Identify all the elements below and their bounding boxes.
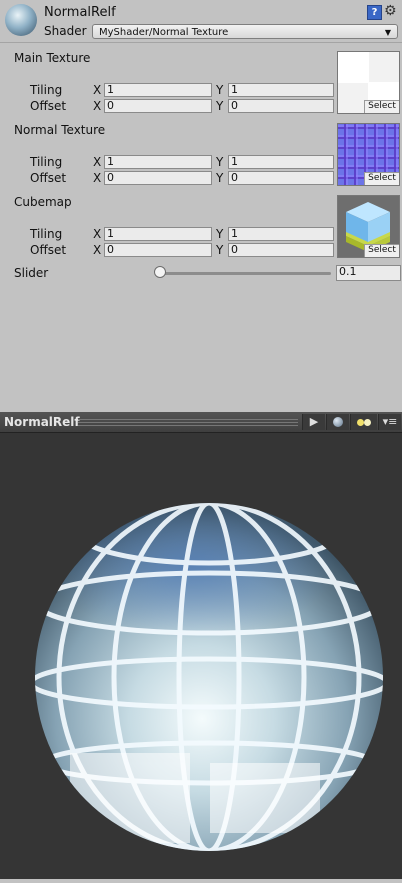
cubemap-offset-x-label: X — [93, 243, 102, 257]
cubemap-offset-x-field[interactable]: 0 — [104, 243, 212, 257]
cubemap-offset-y-field[interactable]: 0 — [228, 243, 334, 257]
cubemap-tiling-y-field[interactable]: 1 — [228, 227, 334, 241]
texture-checker — [369, 52, 399, 82]
cubemap-offset-y-label: Y — [216, 243, 224, 257]
dropdown-arrow-icon: ▼ — [384, 28, 391, 37]
inspector-header: NormalRelf Shader MyShader/Normal Textur… — [0, 0, 402, 43]
cubemap-tiling-x-field[interactable]: 1 — [104, 227, 212, 241]
play-icon[interactable]: ▶ — [302, 414, 325, 430]
main-offset-label: Offset — [30, 99, 67, 113]
normal-tiling-y-label: Y — [216, 155, 224, 169]
main-offset-x-label: X — [93, 99, 102, 113]
sphere-icon[interactable] — [326, 414, 349, 430]
normal-tiling-x-field[interactable]: 1 — [104, 155, 212, 169]
main-tiling-y-field[interactable]: 1 — [228, 83, 334, 97]
light-toggle-icon[interactable] — [350, 414, 377, 430]
sphere-tiles — [35, 503, 383, 851]
cubemap-title: Cubemap — [14, 195, 72, 209]
normal-tiling-y-field[interactable]: 1 — [228, 155, 334, 169]
main-tiling-label: Tiling — [30, 83, 63, 97]
material-name: NormalRelf — [44, 5, 116, 20]
cubemap-slot[interactable]: Select — [337, 195, 400, 258]
normal-texture-select-button[interactable]: Select — [364, 172, 399, 185]
shader-dropdown[interactable]: MyShader/Normal Texture ▼ — [92, 24, 398, 39]
shader-label: Shader — [44, 24, 87, 38]
normal-offset-x-field[interactable]: 0 — [104, 171, 212, 185]
material-preview-viewport[interactable] — [0, 433, 402, 879]
normal-offset-y-label: Y — [216, 171, 224, 185]
main-tiling-x-field[interactable]: 1 — [104, 83, 212, 97]
main-tiling-x-label: X — [93, 83, 102, 97]
normal-tiling-label: Tiling — [30, 155, 63, 169]
cubemap-tiling-x-label: X — [93, 227, 102, 241]
preview-toolbar: NormalRelf ▶ ▾≡ — [0, 412, 402, 433]
main-tiling-y-label: Y — [216, 83, 224, 97]
normal-texture-title: Normal Texture — [14, 123, 106, 137]
material-inspector: NormalRelf Shader MyShader/Normal Textur… — [0, 0, 402, 412]
material-thumbnail — [5, 4, 37, 36]
preview-sphere — [35, 503, 383, 851]
menu-icon[interactable]: ▾≡ — [378, 414, 401, 430]
normal-offset-x-label: X — [93, 171, 102, 185]
main-texture-slot[interactable]: Select — [337, 51, 400, 114]
main-offset-y-field[interactable]: 0 — [228, 99, 334, 113]
slider-handle[interactable] — [154, 266, 166, 278]
preview-drag-handle[interactable] — [78, 418, 298, 426]
main-texture-select-button[interactable]: Select — [364, 100, 399, 113]
help-book-icon[interactable]: ? — [367, 5, 382, 20]
slider-label: Slider — [14, 266, 49, 280]
cubemap-select-button[interactable]: Select — [364, 244, 399, 257]
shader-value: MyShader/Normal Texture — [99, 27, 229, 38]
light-dot — [364, 418, 371, 426]
cubemap-tiling-label: Tiling — [30, 227, 63, 241]
normal-tiling-x-label: X — [93, 155, 102, 169]
cubemap-offset-label: Offset — [30, 243, 67, 257]
sphere-shape — [333, 417, 343, 427]
main-offset-x-field[interactable]: 0 — [104, 99, 212, 113]
main-offset-y-label: Y — [216, 99, 224, 113]
normal-offset-y-field[interactable]: 0 — [228, 171, 334, 185]
gear-icon[interactable]: ⚙ — [384, 3, 397, 19]
cubemap-tiling-y-label: Y — [216, 227, 224, 241]
slider-track[interactable] — [158, 272, 331, 275]
preview-title: NormalRelf — [4, 415, 80, 429]
normal-offset-label: Offset — [30, 171, 67, 185]
main-texture-title: Main Texture — [14, 51, 91, 65]
slider-value-field[interactable]: 0.1 — [336, 265, 401, 281]
normal-texture-slot[interactable]: Select — [337, 123, 400, 186]
light-dot — [357, 418, 364, 426]
